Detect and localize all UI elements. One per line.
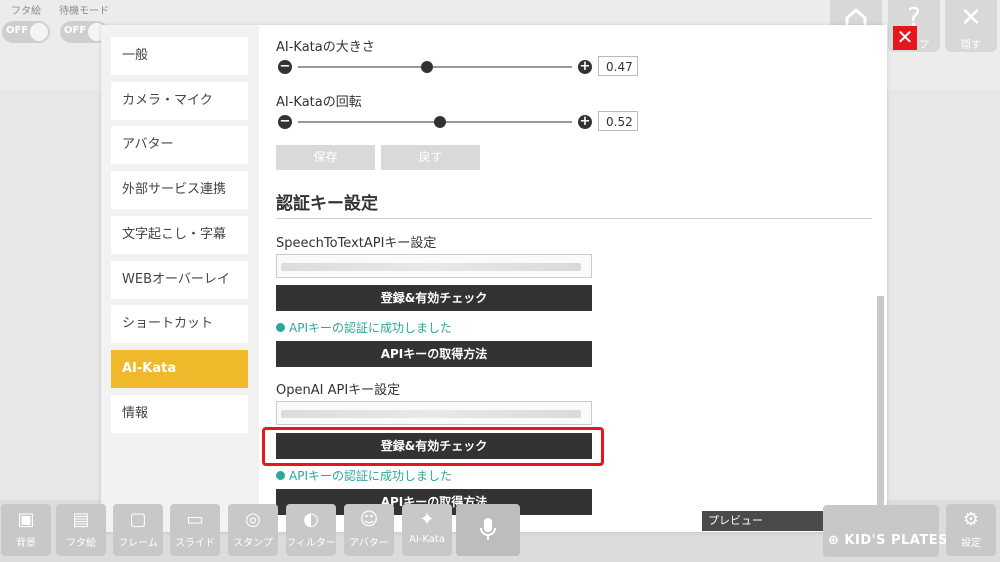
toolbar-avatar-button[interactable]: ☺ アバター: [344, 504, 394, 556]
rotation-slider[interactable]: − +: [278, 112, 592, 132]
masked-key-text: [281, 410, 581, 418]
success-dot-icon: [276, 323, 285, 332]
sidebar-item-transcription[interactable]: 文字起こし・字幕: [111, 216, 248, 254]
stt-success-text: APIキーの認証に成功しました: [289, 321, 452, 335]
rotation-value-field[interactable]: 0.52: [598, 111, 638, 131]
ai-kata-icon: ✦: [419, 509, 435, 530]
openai-success-message: APIキーの認証に成功しました: [276, 467, 452, 484]
size-value-field[interactable]: 0.47: [598, 56, 638, 76]
sidebar-item-shortcut[interactable]: ショートカット: [111, 305, 248, 343]
content-scrollbar[interactable]: [877, 296, 884, 510]
slide-icon: ▭: [186, 509, 204, 530]
toolbar-background-button[interactable]: ▣ 背景: [1, 504, 51, 556]
toolbar-label: 背景: [16, 538, 36, 549]
sidebar-item-external-services[interactable]: 外部サービス連携: [111, 171, 248, 209]
toggle-knob: [30, 23, 48, 41]
toolbar-cover-button[interactable]: ▤ フタ絵: [56, 504, 106, 556]
filter-icon: ◐: [303, 509, 319, 530]
save-button[interactable]: 保存: [276, 145, 375, 170]
rotation-label: AI-Kataの回転: [276, 95, 362, 110]
rotation-slider-thumb[interactable]: [434, 116, 447, 128]
openai-key-label: OpenAI APIキー設定: [276, 383, 401, 398]
toolbar-label: AI-Kata: [409, 534, 445, 545]
toolbar-stamp-button[interactable]: ◎ スタンプ: [228, 504, 278, 556]
rotation-increase-icon[interactable]: +: [578, 115, 592, 129]
settings-sidebar: 一般 カメラ・マイク アバター 外部サービス連携 文字起こし・字幕 WEBオーバ…: [101, 25, 259, 532]
auth-key-heading: 認証キー設定: [276, 194, 378, 214]
stt-register-check-button[interactable]: 登録&有効チェック: [276, 285, 592, 311]
brand-name: KID'S PLATES: [844, 533, 948, 548]
masked-key-text: [281, 263, 581, 271]
avatar-icon: ☺: [359, 509, 379, 530]
hide-label: 隠す: [961, 40, 981, 51]
toolbar-slide-button[interactable]: ▭ スライド: [170, 504, 220, 556]
sidebar-item-avatar[interactable]: アバター: [111, 126, 248, 164]
stt-success-message: APIキーの認証に成功しました: [276, 319, 452, 336]
gear-icon: ⚙: [962, 509, 980, 530]
cover-toggle-group[interactable]: フタ絵 OFF: [0, 0, 52, 43]
brand-area: [823, 505, 939, 557]
toolbar-label: フィルター: [286, 538, 336, 549]
standby-toggle-label: 待機モード: [59, 6, 109, 17]
revert-button[interactable]: 戻す: [381, 145, 480, 170]
openai-success-text: APIキーの認証に成功しました: [289, 469, 452, 483]
size-increase-icon[interactable]: +: [578, 60, 592, 74]
background-icon: ▣: [17, 509, 35, 530]
settings-label: 設定: [961, 538, 981, 549]
cover-toggle[interactable]: OFF: [2, 21, 50, 43]
sidebar-item-ai-kata[interactable]: AI-Kata: [111, 350, 248, 388]
toolbar-settings-button[interactable]: ⚙ 設定: [946, 504, 996, 556]
cover-icon: ▤: [72, 509, 90, 530]
sidebar-item-info[interactable]: 情報: [111, 395, 248, 433]
toolbar-label: スタンプ: [233, 538, 273, 549]
preview-label: プレビュー: [708, 514, 763, 527]
highlight-box: [262, 427, 604, 466]
stamp-icon: ◎: [245, 509, 261, 530]
frame-icon: ▢: [129, 509, 147, 530]
size-slider-track[interactable]: [298, 66, 572, 68]
stt-howto-button[interactable]: APIキーの取得方法: [276, 341, 592, 367]
stt-key-input[interactable]: [276, 254, 592, 278]
toolbar-frame-button[interactable]: ▢ フレーム: [113, 504, 163, 556]
size-slider[interactable]: − +: [278, 57, 592, 77]
toolbar-ai-kata-button[interactable]: ✦ AI-Kata: [402, 504, 452, 556]
toolbar-label: スライド: [175, 538, 215, 549]
success-dot-icon: [276, 471, 285, 480]
close-icon[interactable]: ✕: [893, 26, 917, 50]
hide-icon: ✕: [960, 3, 982, 33]
size-decrease-icon[interactable]: −: [278, 60, 292, 74]
toolbar-mic-button[interactable]: [456, 504, 520, 556]
toolbar-filter-button[interactable]: ◐ フィルター: [286, 504, 336, 556]
microphone-icon: [480, 518, 496, 540]
hide-button[interactable]: ✕ 隠す: [945, 0, 997, 52]
rotation-decrease-icon[interactable]: −: [278, 115, 292, 129]
toolbar-label: フタ絵: [66, 538, 96, 549]
section-divider: [276, 218, 872, 219]
openai-key-input[interactable]: [276, 401, 592, 425]
cover-toggle-label: フタ絵: [11, 6, 41, 17]
cover-toggle-state: OFF: [6, 25, 29, 36]
brand-logo: ⊕ KID'S PLATES: [828, 533, 948, 548]
sidebar-item-web-overlay[interactable]: WEBオーバーレイ: [111, 261, 248, 299]
sidebar-item-camera-mic[interactable]: カメラ・マイク: [111, 82, 248, 120]
toolbar-label: フレーム: [118, 538, 158, 549]
stt-key-label: SpeechToTextAPIキー設定: [276, 236, 437, 251]
size-label: AI-Kataの大きさ: [276, 40, 375, 55]
sidebar-item-general[interactable]: 一般: [111, 37, 248, 75]
size-slider-thumb[interactable]: [420, 61, 433, 73]
standby-toggle-state: OFF: [64, 25, 87, 36]
toolbar-label: アバター: [349, 538, 389, 549]
